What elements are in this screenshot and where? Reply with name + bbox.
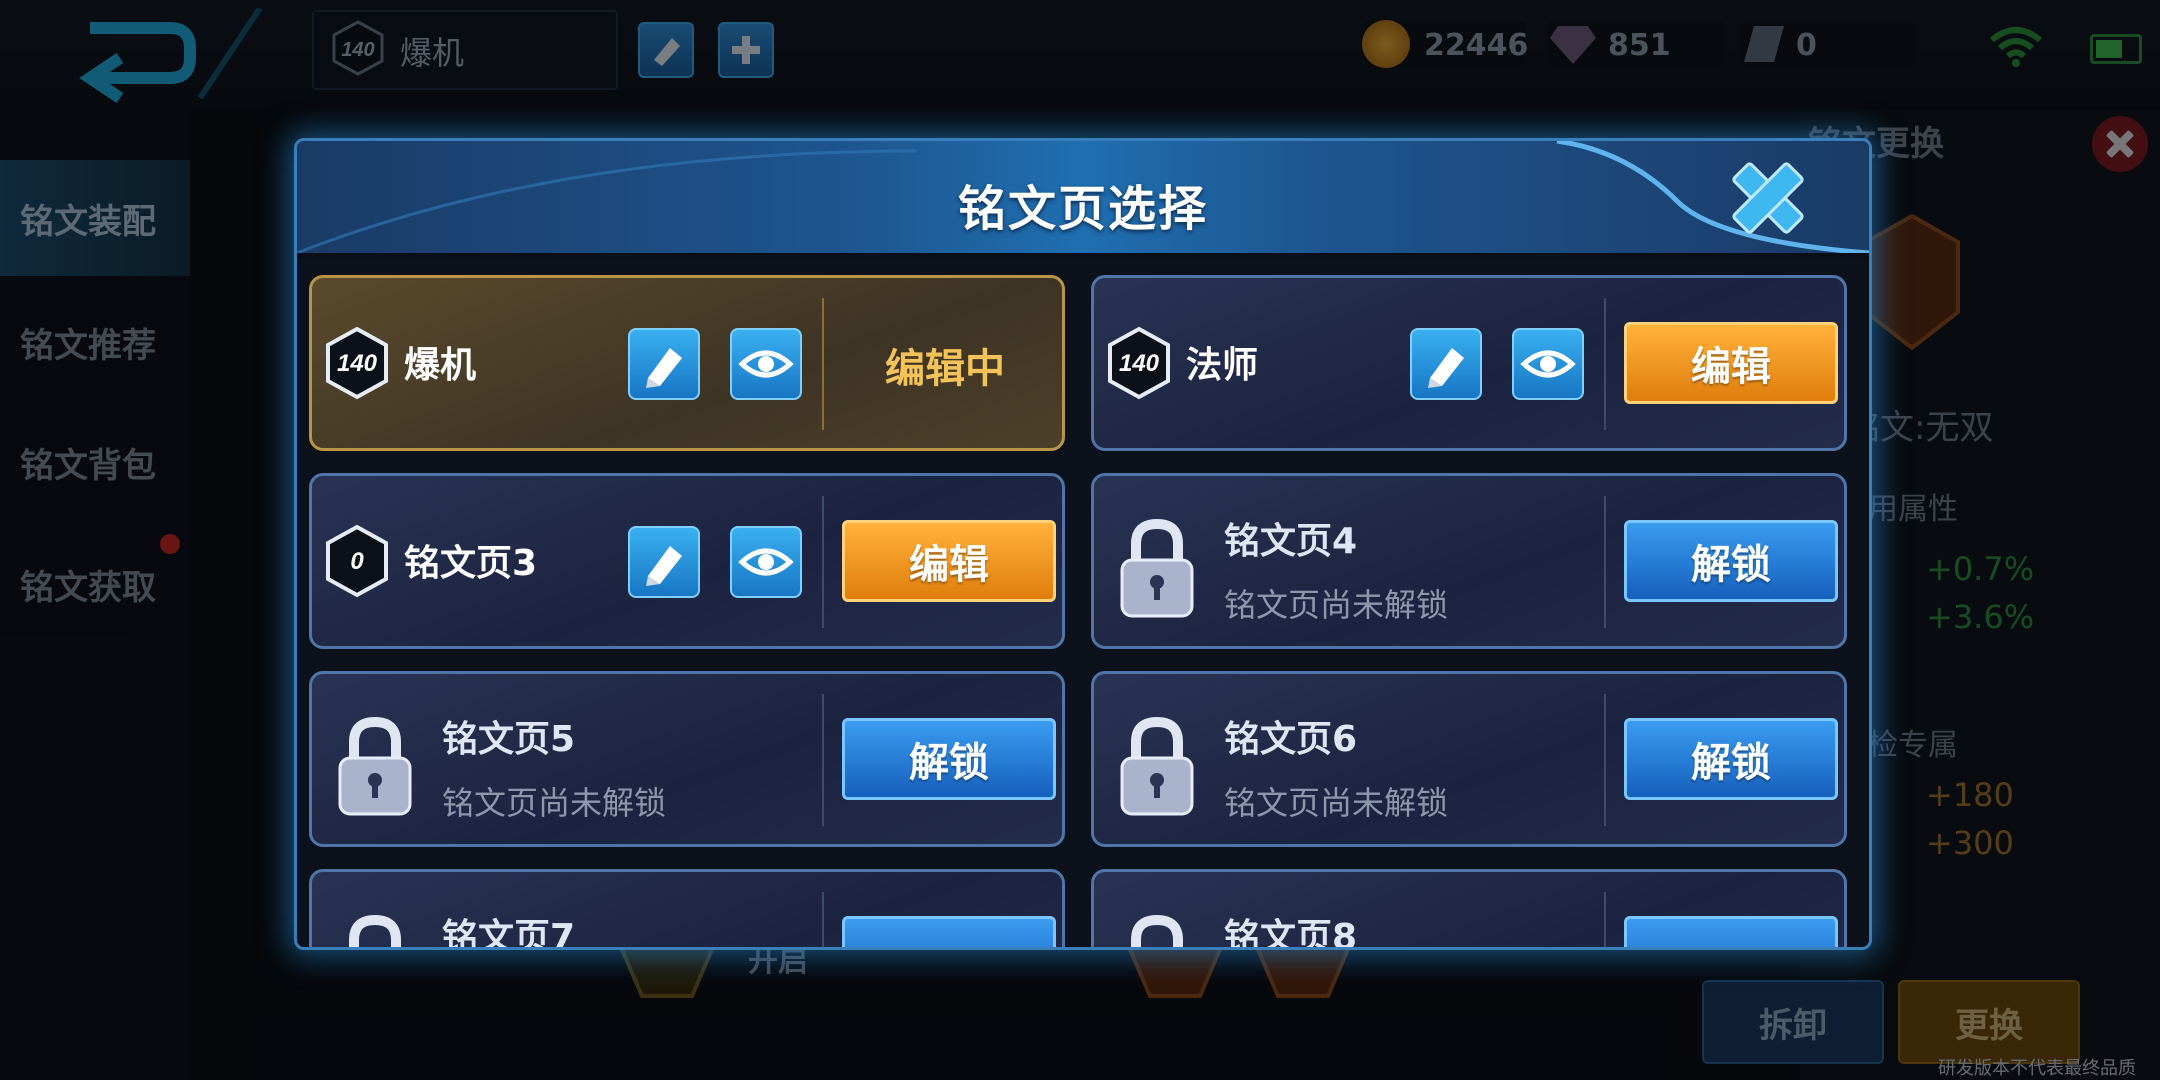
preview-button[interactable] <box>1512 328 1584 400</box>
rune-page-card[interactable]: 铭文页7 <box>309 869 1065 947</box>
pencil-icon <box>1428 348 1464 388</box>
rune-page-card[interactable]: 0 铭文页3 编辑 <box>309 473 1065 649</box>
edit-button[interactable]: 编辑 <box>842 520 1056 602</box>
rename-button[interactable] <box>628 526 700 598</box>
page-level: 140 <box>337 350 378 377</box>
preview-button[interactable] <box>730 526 802 598</box>
rename-button[interactable] <box>1410 328 1482 400</box>
locked-hint: 铭文页尚未解锁 <box>1224 784 1449 822</box>
unlock-button[interactable] <box>842 916 1056 947</box>
rune-page-list[interactable]: 140 爆机 编辑中 140 法师 编辑 0 铭文页3 编辑 铭文页4 铭文页尚… <box>297 265 1869 947</box>
rune-page-card[interactable]: 铭文页6 铭文页尚未解锁 解锁 <box>1091 671 1847 847</box>
card-divider <box>822 694 824 826</box>
eye-icon <box>738 350 794 378</box>
unlock-button[interactable]: 解锁 <box>1624 718 1838 800</box>
page-name: 铭文页4 <box>1224 521 1358 562</box>
rune-page-card[interactable]: 140 爆机 编辑中 <box>309 275 1065 451</box>
pencil-icon <box>646 546 682 586</box>
modal-title: 铭文页选择 <box>957 181 1208 237</box>
rune-page-select-modal: 铭文页选择 140 爆机 编辑中 140 法师 编辑 0 铭文页3 编辑 铭文页… <box>294 138 1872 950</box>
card-divider <box>822 496 824 628</box>
card-divider <box>1604 694 1606 826</box>
page-name: 法师 <box>1186 345 1259 386</box>
level-hex-icon: 140 <box>326 326 388 400</box>
rune-page-card[interactable]: 铭文页5 铭文页尚未解锁 解锁 <box>309 671 1065 847</box>
page-name: 铭文页6 <box>1224 719 1358 760</box>
card-divider <box>1604 496 1606 628</box>
page-level: 0 <box>350 548 364 575</box>
page-name: 爆机 <box>404 345 477 386</box>
page-name: 铭文页5 <box>442 719 576 760</box>
rune-page-card[interactable]: 铭文页8 <box>1091 869 1847 947</box>
card-divider <box>1604 298 1606 430</box>
level-hex-icon: 140 <box>1108 326 1170 400</box>
page-name: 铭文页8 <box>1224 917 1358 947</box>
edit-button[interactable]: 编辑 <box>1624 322 1838 404</box>
card-divider <box>1604 892 1606 947</box>
lock-icon <box>338 716 412 816</box>
header-divider <box>297 253 1869 259</box>
eye-icon <box>1520 350 1576 378</box>
lock-icon <box>1120 716 1194 816</box>
level-hex-icon: 0 <box>326 524 388 598</box>
page-name: 铭文页7 <box>442 917 576 947</box>
locked-hint: 铭文页尚未解锁 <box>1224 586 1449 624</box>
page-level: 140 <box>1119 350 1160 377</box>
lock-icon <box>349 914 401 947</box>
unlock-button[interactable]: 解锁 <box>842 718 1056 800</box>
preview-button[interactable] <box>730 328 802 400</box>
rune-page-card[interactable]: 140 法师 编辑 <box>1091 275 1847 451</box>
locked-hint: 铭文页尚未解锁 <box>442 784 667 822</box>
lock-icon <box>1120 518 1194 618</box>
pencil-icon <box>646 348 682 388</box>
card-divider <box>822 892 824 947</box>
editing-status: 编辑中 <box>885 346 1005 392</box>
rename-button[interactable] <box>628 328 700 400</box>
eye-icon <box>738 548 794 576</box>
unlock-button[interactable]: 解锁 <box>1624 520 1838 602</box>
card-divider <box>822 298 824 430</box>
close-icon[interactable] <box>1725 155 1811 241</box>
unlock-button[interactable] <box>1624 916 1838 947</box>
page-name: 铭文页3 <box>404 543 538 584</box>
lock-icon <box>1131 914 1183 947</box>
rune-page-card[interactable]: 铭文页4 铭文页尚未解锁 解锁 <box>1091 473 1847 649</box>
